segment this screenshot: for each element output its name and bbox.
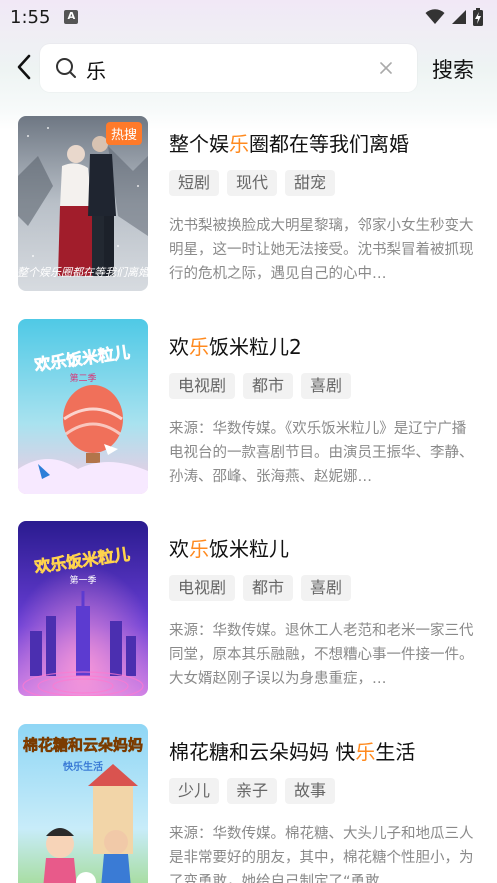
notification-icon: A xyxy=(64,10,79,24)
battery-icon xyxy=(473,8,483,26)
clear-icon[interactable] xyxy=(376,58,396,78)
poster-art: 欢乐饭米粒儿 第一季 xyxy=(18,521,148,696)
result-description: 来源：华数传媒。棉花糖、大头儿子和地瓜三人是非常要好的朋友，其中，棉花糖个性胆小… xyxy=(169,826,474,883)
search-button[interactable]: 搜索 xyxy=(432,54,474,84)
tag: 都市 xyxy=(243,373,294,399)
tag: 喜剧 xyxy=(301,373,352,399)
tag: 电视剧 xyxy=(169,575,236,601)
result-title[interactable]: 欢乐饭米粒儿 xyxy=(169,533,289,562)
title-highlight: 乐 xyxy=(189,537,209,561)
result-item[interactable]: 棉花糖和云朵妈妈 快乐生活 棉花糖和云朵妈妈 快乐生活 少儿 亲子 故事 来源：… xyxy=(0,724,497,883)
status-time: 1:55 xyxy=(10,6,51,28)
tag: 电视剧 xyxy=(169,373,236,399)
poster-art: 棉花糖和云朵妈妈 快乐生活 xyxy=(18,724,148,883)
search-results-screen: 1:55 A 乐 搜索 整个娱乐圈都在等我们离婚 热搜 整个娱乐圈都在等我们离婚… xyxy=(0,0,497,883)
poster-image[interactable]: 整个娱乐圈都在等我们离婚 热搜 xyxy=(18,116,148,291)
tag: 都市 xyxy=(243,575,294,601)
result-description: 沈书梨被换脸成大明星黎璃，邻家小女生秒变大明星，这一时让她无法接受。沈书梨冒着被… xyxy=(169,218,474,282)
search-icon xyxy=(56,58,76,78)
result-item[interactable]: 欢乐饭米粒儿 第一季 欢乐饭米粒儿 电视剧 都市 喜剧 来源：华数传媒。退休工人… xyxy=(0,521,497,697)
search-input[interactable]: 乐 xyxy=(40,44,417,92)
poster-subtitle: 第一季 xyxy=(69,574,96,586)
wifi-icon xyxy=(425,9,445,24)
tag: 少儿 xyxy=(169,778,220,804)
tag: 亲子 xyxy=(227,778,278,804)
signal-icon xyxy=(452,10,466,24)
back-button[interactable] xyxy=(10,52,38,82)
result-description: 来源：华数传媒。《欢乐饭米粒儿》是辽宁广播电视台的一款喜剧节目。由演员王振华、李… xyxy=(169,421,474,485)
result-title[interactable]: 棉花糖和云朵妈妈 快乐生活 xyxy=(169,736,415,765)
search-header: 乐 搜索 xyxy=(0,42,497,94)
tag-list: 少儿 亲子 故事 xyxy=(169,778,336,804)
title-highlight: 乐 xyxy=(229,132,249,156)
tag: 喜剧 xyxy=(301,575,352,601)
tag: 现代 xyxy=(227,170,278,196)
result-description: 来源：华数传媒。退休工人老范和老米一家三代同堂，原本其乐融融，不想糟心事一件接一… xyxy=(169,623,474,687)
title-highlight: 乐 xyxy=(355,740,376,764)
result-title[interactable]: 欢乐饭米粒儿2 xyxy=(169,331,302,360)
poster-subtitle: 快乐生活 xyxy=(62,760,103,773)
result-title[interactable]: 整个娱乐圈都在等我们离婚 xyxy=(169,128,409,157)
tag: 故事 xyxy=(285,778,336,804)
status-icons xyxy=(425,8,483,26)
result-item[interactable]: 整个娱乐圈都在等我们离婚 热搜 整个娱乐圈都在等我们离婚 短剧 现代 甜宠 沈书… xyxy=(0,116,497,292)
status-bar: 1:55 A xyxy=(0,0,497,34)
hot-badge: 热搜 xyxy=(105,122,142,145)
poster-image[interactable]: 欢乐饭米粒儿 第一季 xyxy=(18,521,148,696)
tag-list: 短剧 现代 甜宠 xyxy=(169,170,336,196)
tag-list: 电视剧 都市 喜剧 xyxy=(169,373,352,399)
chevron-left-icon xyxy=(17,54,31,80)
poster-caption: 整个娱乐圈都在等我们离婚 xyxy=(18,266,148,279)
poster-art: 欢乐饭米粒儿 第二季 xyxy=(18,319,148,494)
tag: 甜宠 xyxy=(285,170,336,196)
result-item[interactable]: 欢乐饭米粒儿 第二季 欢乐饭米粒儿2 电视剧 都市 喜剧 来源：华数传媒。《欢乐… xyxy=(0,319,497,495)
poster-image[interactable]: 棉花糖和云朵妈妈 快乐生活 xyxy=(18,724,148,883)
poster-image[interactable]: 欢乐饭米粒儿 第二季 xyxy=(18,319,148,494)
poster-caption: 棉花糖和云朵妈妈 xyxy=(23,736,143,754)
tag: 短剧 xyxy=(169,170,220,196)
poster-subtitle: 第二季 xyxy=(69,372,96,384)
search-query-text[interactable]: 乐 xyxy=(86,55,106,84)
tag-list: 电视剧 都市 喜剧 xyxy=(169,575,352,601)
title-highlight: 乐 xyxy=(189,335,209,359)
